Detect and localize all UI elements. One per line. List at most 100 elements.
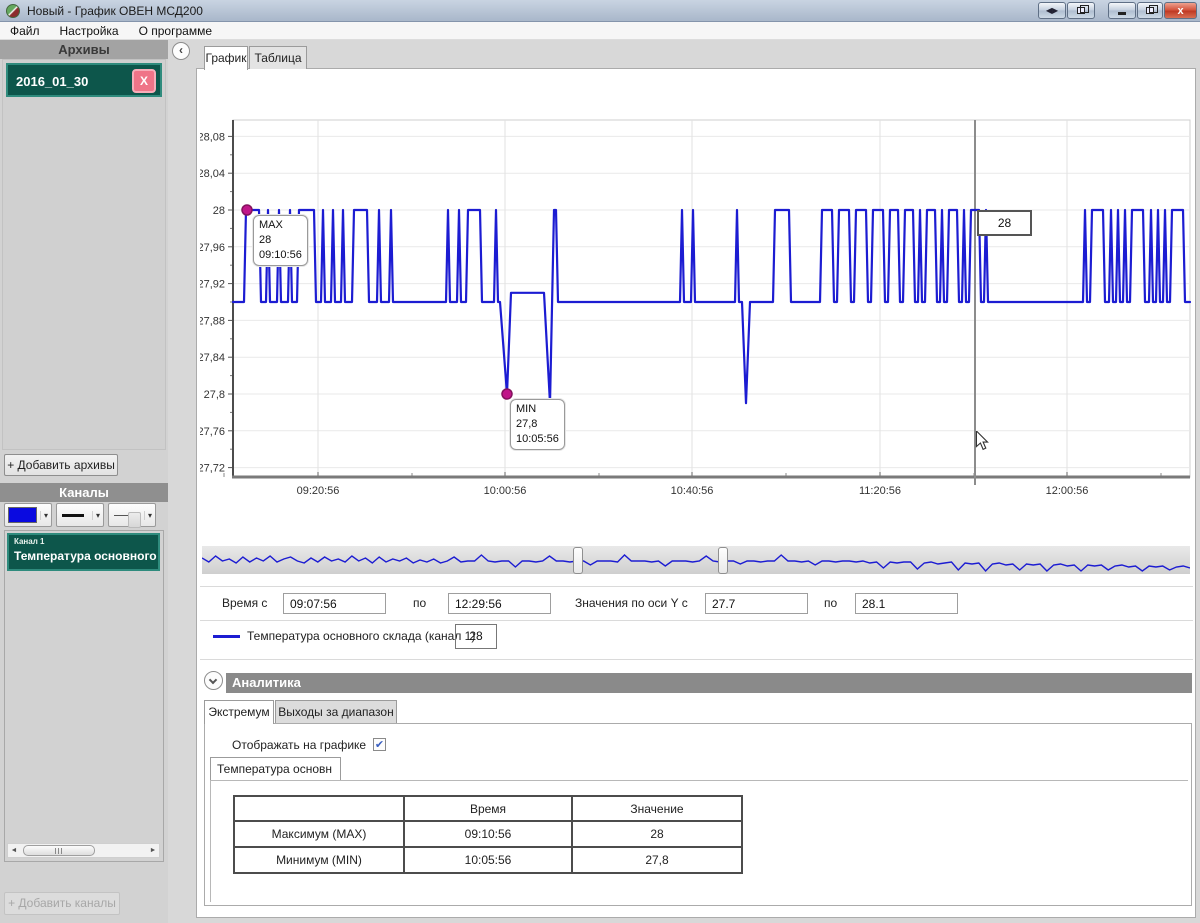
extremum-table: Время Значение Максимум (MAX) 09:10:56 2… bbox=[233, 795, 743, 874]
menu-about[interactable]: О программе bbox=[129, 22, 222, 40]
cell-min-time: 10:05:56 bbox=[404, 847, 572, 873]
chevron-down-icon: ▾ bbox=[40, 511, 51, 520]
show-on-chart-checkbox[interactable]: ✔ bbox=[373, 738, 386, 751]
y-to-input[interactable] bbox=[855, 593, 958, 614]
channel-color-swatch bbox=[8, 507, 37, 523]
min-time: 10:05:56 bbox=[516, 432, 559, 447]
channel-list: Канал 1 Температура основного ск ◄ ► bbox=[4, 530, 164, 862]
svg-text:11:20:56: 11:20:56 bbox=[859, 485, 901, 497]
archive-item-label: 2016_01_30 bbox=[16, 74, 88, 89]
table-header-row: Время Значение bbox=[234, 796, 742, 821]
divider bbox=[200, 586, 1193, 587]
tab-graph[interactable]: График bbox=[204, 46, 248, 70]
cursor-value-label: 28 bbox=[977, 210, 1032, 236]
analytics-header: Аналитика bbox=[226, 673, 1192, 693]
legend-current-value: 28 bbox=[455, 624, 497, 649]
svg-text:27,92: 27,92 bbox=[200, 279, 225, 291]
archive-close-button[interactable]: X bbox=[132, 69, 156, 93]
svg-text:27,76: 27,76 bbox=[200, 426, 225, 438]
line-width-sample bbox=[62, 514, 84, 517]
time-to-input[interactable] bbox=[448, 593, 551, 614]
range-handle-left[interactable] bbox=[573, 547, 583, 574]
temperature-chart[interactable]: 28,0828,042827,9627,9227,8827,8427,827,7… bbox=[200, 78, 1195, 538]
cell-max-name: Максимум (MAX) bbox=[234, 821, 404, 847]
channels-header: Каналы bbox=[0, 483, 168, 502]
horizontal-scrollbar[interactable]: ◄ ► bbox=[7, 843, 160, 858]
add-channels-button[interactable]: + Добавить каналы bbox=[4, 892, 120, 915]
overview-line bbox=[202, 555, 1190, 571]
channel-name: Температура основного ск bbox=[14, 549, 159, 563]
minimize-icon bbox=[1118, 12, 1126, 15]
line-width-select[interactable]: ▾ bbox=[56, 503, 104, 527]
analytics-collapse-button[interactable] bbox=[204, 671, 223, 690]
channel-tag: Канал 1 bbox=[14, 537, 44, 546]
cell-max-time: 09:10:56 bbox=[404, 821, 572, 847]
time-from-label: Время с bbox=[222, 596, 267, 610]
archive-item[interactable]: 2016_01_30 X bbox=[6, 63, 162, 97]
svg-text:27,96: 27,96 bbox=[200, 242, 225, 254]
tab-out-of-range[interactable]: Выходы за диапазон bbox=[275, 700, 397, 723]
cell-max-value: 28 bbox=[572, 821, 742, 847]
svg-text:28,04: 28,04 bbox=[200, 168, 225, 180]
channel-color-select[interactable]: ▾ bbox=[4, 503, 52, 527]
legend-series-name: Температура основного склада (канал 1) bbox=[247, 629, 475, 643]
max-time: 09:10:56 bbox=[259, 248, 302, 263]
y-from-input[interactable] bbox=[705, 593, 808, 614]
time-to-label: по bbox=[413, 596, 426, 610]
svg-text:28: 28 bbox=[213, 205, 225, 217]
chevron-left-icon: ‹ bbox=[179, 43, 183, 57]
max-value: 28 bbox=[259, 233, 302, 248]
check-icon: ✔ bbox=[375, 739, 384, 751]
scrollbar-grip-icon bbox=[55, 848, 64, 854]
legend-line-swatch bbox=[213, 635, 240, 638]
svg-text:09:20:56: 09:20:56 bbox=[297, 485, 340, 497]
range-handle-right[interactable] bbox=[718, 547, 728, 574]
min-label: MIN bbox=[516, 402, 559, 417]
tab-extremum[interactable]: Экстремум bbox=[204, 700, 274, 724]
minimize-button[interactable] bbox=[1108, 2, 1136, 19]
svg-text:27,84: 27,84 bbox=[200, 352, 225, 364]
menu-file[interactable]: Файл bbox=[0, 22, 50, 40]
svg-text:12:00:56: 12:00:56 bbox=[1046, 485, 1089, 497]
maximize-button[interactable] bbox=[1137, 2, 1163, 19]
chevron-down-icon bbox=[209, 676, 217, 684]
sidebar-collapse-button[interactable]: ‹ bbox=[172, 42, 190, 60]
scroll-right-icon[interactable]: ► bbox=[147, 847, 159, 854]
header-value: Значение bbox=[572, 796, 742, 821]
time-from-input[interactable] bbox=[283, 593, 386, 614]
pan-buttons-icon[interactable]: ◀▶ bbox=[1038, 2, 1066, 19]
max-label: MAX bbox=[259, 218, 302, 233]
tab-table[interactable]: Таблица bbox=[249, 46, 307, 69]
min-annotation: MIN 27,8 10:05:56 bbox=[510, 399, 565, 450]
close-icon: x bbox=[1177, 5, 1183, 17]
max-point bbox=[242, 205, 252, 215]
svg-text:27,88: 27,88 bbox=[200, 315, 225, 327]
divider bbox=[200, 659, 1193, 660]
cell-min-name: Минимум (MIN) bbox=[234, 847, 404, 873]
menu-settings[interactable]: Настройка bbox=[50, 22, 129, 40]
min-value: 27,8 bbox=[516, 417, 559, 432]
tab-channel-extremum[interactable]: Температура основн bbox=[210, 757, 341, 780]
channel-item[interactable]: Канал 1 Температура основного ск bbox=[7, 533, 160, 571]
channel-options-button[interactable] bbox=[128, 512, 141, 528]
y-to-label: по bbox=[824, 596, 837, 610]
sidebar: Архивы 2016_01_30 X + Добавить архивы Ка… bbox=[0, 40, 168, 923]
detach-icon bbox=[1077, 7, 1085, 14]
svg-text:27,72: 27,72 bbox=[200, 463, 225, 475]
app-logo-icon bbox=[6, 4, 20, 18]
close-button[interactable]: x bbox=[1164, 2, 1197, 19]
archive-list: 2016_01_30 X bbox=[2, 59, 166, 450]
chart-canvas[interactable]: 28,0828,042827,9627,9227,8827,8427,827,7… bbox=[200, 78, 1195, 538]
scroll-left-icon[interactable]: ◄ bbox=[8, 847, 20, 854]
detach-window-button[interactable] bbox=[1067, 2, 1095, 19]
scrollbar-thumb[interactable] bbox=[23, 845, 95, 856]
table-row: Минимум (MIN) 10:05:56 27,8 bbox=[234, 847, 742, 873]
mouse-cursor bbox=[974, 431, 990, 451]
add-archives-button[interactable]: + Добавить архивы bbox=[4, 454, 118, 476]
header-empty bbox=[234, 796, 404, 821]
menu-bar: Файл Настройка О программе bbox=[0, 22, 1200, 40]
overview-strip[interactable] bbox=[202, 545, 1190, 575]
header-time: Время bbox=[404, 796, 572, 821]
divider bbox=[200, 620, 1193, 621]
max-annotation: MAX 28 09:10:56 bbox=[253, 215, 308, 266]
